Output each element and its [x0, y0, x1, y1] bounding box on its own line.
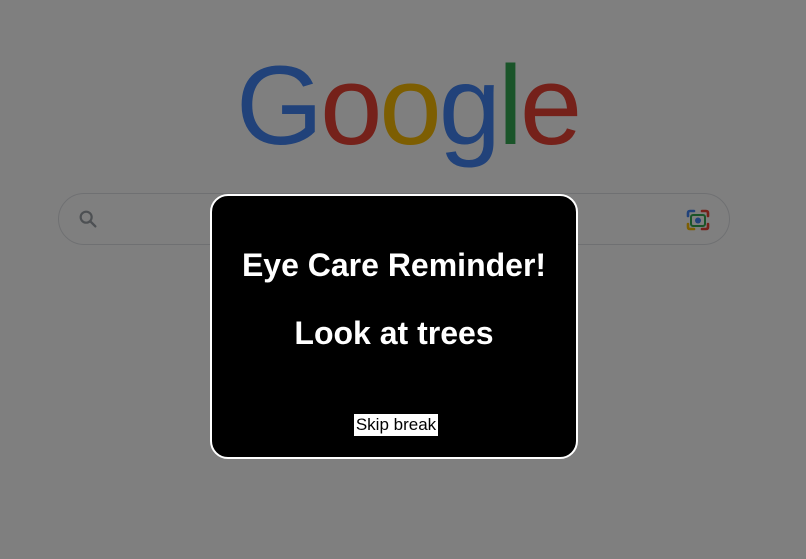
- reminder-message: Look at trees: [294, 315, 494, 351]
- reminder-title: Eye Care Reminder!: [241, 247, 547, 283]
- skip-break-button[interactable]: Skip break: [354, 414, 438, 436]
- eye-care-reminder-dialog: Eye Care Reminder! Look at trees Skip br…: [210, 194, 578, 459]
